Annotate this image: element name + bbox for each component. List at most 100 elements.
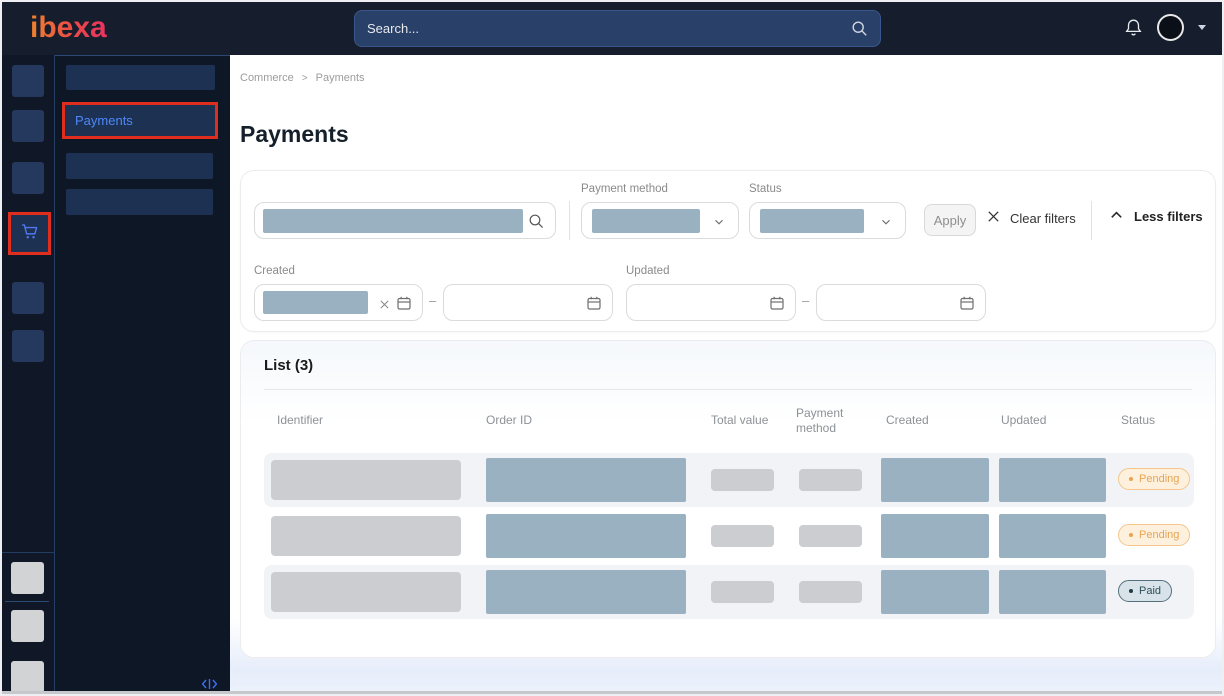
sidebar-item-3[interactable] bbox=[66, 153, 213, 179]
payment-method-select[interactable] bbox=[581, 202, 739, 239]
rail-item-6[interactable] bbox=[12, 330, 44, 362]
redacted-created bbox=[881, 570, 989, 614]
rail-item-commerce[interactable] bbox=[8, 212, 51, 255]
calendar-icon[interactable] bbox=[586, 295, 602, 316]
filters-panel: Payment method Status Apply Clear fil bbox=[240, 170, 1216, 332]
filter-divider bbox=[569, 201, 570, 240]
search-icon[interactable] bbox=[528, 213, 545, 230]
table-row[interactable]: Pending bbox=[264, 453, 1194, 507]
rail-item-3[interactable] bbox=[12, 162, 44, 194]
status-badge: Paid bbox=[1118, 580, 1172, 602]
sidebar-item-4[interactable] bbox=[66, 189, 213, 215]
redacted-search-value bbox=[263, 209, 523, 233]
search-icon[interactable] bbox=[851, 20, 868, 37]
rail-bottom-item-3[interactable] bbox=[11, 661, 44, 693]
col-created: Created bbox=[886, 413, 929, 427]
breadcrumb-payments[interactable]: Payments bbox=[316, 72, 365, 84]
ibexa-admin-window: ibexa bbox=[0, 0, 1224, 696]
filter-search-input[interactable] bbox=[254, 202, 556, 239]
col-total-value: Total value bbox=[711, 413, 768, 427]
range-separator: – bbox=[429, 293, 436, 308]
payments-list-panel: List (3) Identifier Order ID Total value… bbox=[240, 340, 1216, 658]
redacted-order-id bbox=[486, 458, 686, 502]
redacted-payment-method bbox=[799, 581, 862, 603]
topbar-right bbox=[1124, 0, 1206, 55]
created-label: Created bbox=[254, 265, 295, 277]
redacted-created-from-value bbox=[263, 291, 368, 314]
rail-bottom-item-2[interactable] bbox=[11, 610, 44, 642]
table-row[interactable]: Pending bbox=[264, 509, 1194, 563]
col-identifier: Identifier bbox=[277, 413, 323, 427]
status-label: Paid bbox=[1139, 585, 1161, 597]
chevron-down-icon bbox=[879, 215, 893, 234]
rail-item-5[interactable] bbox=[12, 282, 44, 314]
rail-divider-small bbox=[5, 601, 49, 602]
col-updated: Updated bbox=[1001, 413, 1046, 427]
col-payment-method: Payment method bbox=[796, 406, 858, 436]
less-filters-label: Less filters bbox=[1134, 209, 1203, 224]
clear-date-icon[interactable] bbox=[379, 297, 390, 315]
page-title: Payments bbox=[240, 121, 349, 148]
redacted-updated bbox=[999, 514, 1106, 558]
calendar-icon[interactable] bbox=[396, 295, 412, 316]
sidebar-item-payments[interactable]: Payments bbox=[62, 102, 218, 139]
user-avatar[interactable] bbox=[1157, 14, 1184, 41]
updated-label: Updated bbox=[626, 265, 669, 277]
sidebar-resize-icon[interactable] bbox=[201, 677, 218, 691]
secondary-sidebar: Payments bbox=[55, 55, 230, 696]
rail-bottom-item-1[interactable] bbox=[11, 562, 44, 594]
redacted-identifier bbox=[271, 460, 461, 500]
chevron-down-icon bbox=[712, 215, 726, 234]
breadcrumb-commerce[interactable]: Commerce bbox=[240, 72, 294, 84]
created-to-input[interactable] bbox=[443, 284, 613, 321]
col-status: Status bbox=[1121, 413, 1155, 427]
created-from-input[interactable] bbox=[254, 284, 423, 321]
clear-filters-label: Clear filters bbox=[1010, 211, 1076, 226]
rail-item-1[interactable] bbox=[12, 65, 44, 97]
status-dot-icon bbox=[1129, 533, 1133, 537]
calendar-icon[interactable] bbox=[769, 295, 785, 316]
table-row[interactable]: Paid bbox=[264, 565, 1194, 619]
status-label: Pending bbox=[1139, 529, 1179, 541]
chevron-up-icon bbox=[1109, 209, 1124, 224]
filter-divider bbox=[1091, 201, 1092, 240]
range-separator: – bbox=[802, 293, 809, 308]
topbar: ibexa bbox=[0, 0, 1224, 55]
status-label: Pending bbox=[1139, 473, 1179, 485]
horizontal-scrollbar[interactable] bbox=[0, 691, 1224, 696]
redacted-total-value bbox=[711, 469, 774, 491]
status-label: Status bbox=[749, 183, 782, 195]
main-content: Commerce > Payments Payments Payment met… bbox=[230, 55, 1224, 696]
redacted-identifier bbox=[271, 516, 461, 556]
user-menu-caret-icon[interactable] bbox=[1198, 25, 1206, 30]
sidebar-item-payments-label: Payments bbox=[65, 105, 215, 136]
status-dot-icon bbox=[1129, 589, 1133, 593]
calendar-icon[interactable] bbox=[959, 295, 975, 316]
redacted-status-value bbox=[760, 209, 864, 233]
status-badge: Pending bbox=[1118, 468, 1190, 490]
status-select[interactable] bbox=[749, 202, 906, 239]
redacted-updated bbox=[999, 570, 1106, 614]
redacted-total-value bbox=[711, 525, 774, 547]
updated-from-input[interactable] bbox=[626, 284, 796, 321]
sidebar-item-1[interactable] bbox=[66, 65, 215, 90]
updated-to-input[interactable] bbox=[816, 284, 986, 321]
status-dot-icon bbox=[1129, 477, 1133, 481]
apply-button[interactable]: Apply bbox=[924, 204, 976, 236]
redacted-payment-method-value bbox=[592, 209, 700, 233]
redacted-created bbox=[881, 514, 989, 558]
search-input[interactable] bbox=[355, 21, 851, 36]
redacted-payment-method bbox=[799, 469, 862, 491]
notifications-bell-icon[interactable] bbox=[1124, 18, 1143, 38]
ibexa-logo[interactable]: ibexa bbox=[30, 11, 107, 45]
less-filters-toggle[interactable]: Less filters bbox=[1109, 209, 1203, 224]
redacted-order-id bbox=[486, 514, 686, 558]
rail-item-2[interactable] bbox=[12, 110, 44, 142]
redacted-total-value bbox=[711, 581, 774, 603]
clear-filters-button[interactable]: Clear filters bbox=[986, 209, 1076, 227]
icon-rail bbox=[0, 55, 55, 696]
payment-method-label: Payment method bbox=[581, 183, 668, 195]
breadcrumb: Commerce > Payments bbox=[240, 72, 365, 84]
col-order-id: Order ID bbox=[486, 413, 532, 427]
global-search[interactable] bbox=[354, 10, 881, 47]
